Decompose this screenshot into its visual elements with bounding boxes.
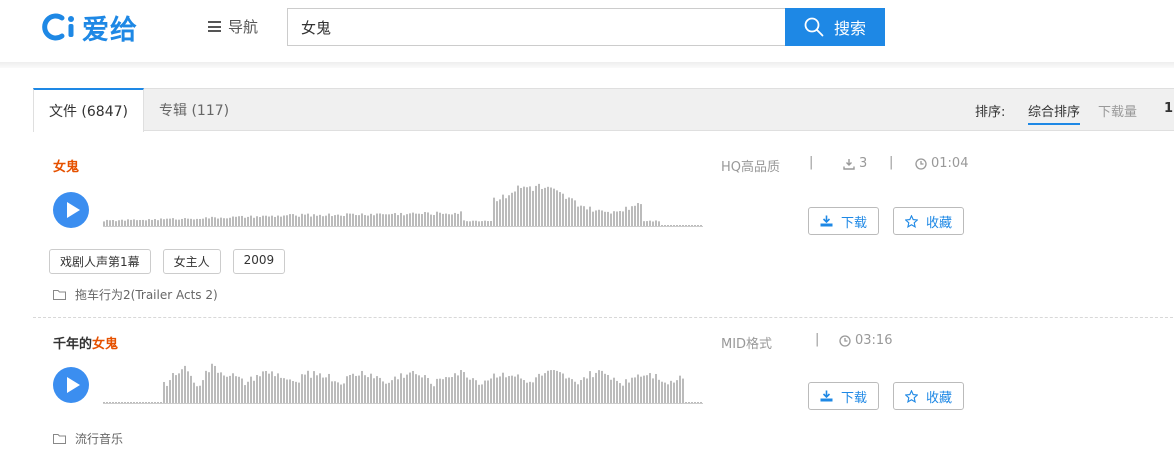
- favorite-button[interactable]: 收藏: [893, 382, 964, 410]
- title-prefix: 千年的: [53, 337, 93, 352]
- result-title[interactable]: 女鬼: [53, 156, 79, 175]
- clock-icon: [839, 334, 851, 347]
- tag[interactable]: 2009: [232, 249, 286, 274]
- duration: 01:04: [915, 156, 968, 171]
- page-number[interactable]: 1: [1164, 101, 1173, 116]
- separator: |: [889, 155, 894, 170]
- download-icon: [820, 215, 833, 227]
- download-label: 下载: [840, 390, 867, 406]
- nav-menu-button[interactable]: 导航: [208, 16, 258, 37]
- tag[interactable]: 戏剧人声第1幕: [49, 249, 151, 274]
- clock-icon: [915, 157, 927, 170]
- download-button[interactable]: 下载: [808, 382, 879, 410]
- format-label: MID格式: [721, 337, 773, 352]
- download-count-value: 3: [859, 156, 868, 171]
- waveform[interactable]: [103, 182, 703, 232]
- duration: 03:16: [839, 333, 892, 348]
- star-icon: [904, 389, 918, 403]
- favorite-label: 收藏: [925, 215, 952, 231]
- search-button[interactable]: 搜索: [785, 8, 885, 46]
- result-title[interactable]: 千年的女鬼: [53, 333, 118, 352]
- download-label: 下载: [840, 215, 867, 231]
- result-item: 千年的女鬼 流行音乐 MID格式 | 03:16 下载 收藏: [33, 319, 1174, 459]
- play-button[interactable]: [53, 367, 89, 403]
- title-highlight: 女鬼: [53, 160, 80, 175]
- folder-icon: [53, 290, 66, 300]
- download-icon: [820, 390, 833, 402]
- menu-icon: [208, 21, 221, 32]
- star-icon: [904, 214, 918, 228]
- tab-files[interactable]: 文件 (6847): [33, 88, 144, 132]
- download-button[interactable]: 下载: [808, 207, 879, 235]
- title-highlight: 女鬼: [92, 337, 119, 352]
- tag[interactable]: 女主人: [162, 249, 221, 274]
- top-header: 爱给 导航 女鬼 搜索: [0, 0, 1174, 62]
- favorite-button[interactable]: 收藏: [893, 207, 964, 235]
- search-icon: [804, 17, 824, 37]
- search-button-label: 搜索: [833, 19, 866, 38]
- logo-text: 爱给: [82, 14, 138, 46]
- folder-icon: [53, 434, 66, 444]
- results-tabbar: 文件 (6847) 专辑 (117) 排序: 综合排序 下载量 1: [33, 88, 1174, 132]
- play-button[interactable]: [53, 192, 89, 228]
- duration-value: 03:16: [855, 333, 893, 348]
- sort-option-downloads[interactable]: 下载量: [1098, 101, 1137, 120]
- album-link[interactable]: 拖车行为2(Trailer Acts 2): [53, 286, 218, 303]
- album-name: 拖车行为2(Trailer Acts 2): [75, 288, 218, 302]
- nav-label: 导航: [228, 18, 259, 36]
- header-divider: [0, 62, 1174, 68]
- format-label: HQ高品质: [721, 160, 781, 175]
- download-count-icon: [843, 158, 855, 170]
- logo-icon: [42, 13, 74, 41]
- search-input[interactable]: 女鬼: [287, 8, 786, 46]
- separator: |: [809, 155, 814, 170]
- sort-option-comprehensive[interactable]: 综合排序: [1028, 101, 1081, 125]
- separator: |: [815, 332, 820, 347]
- waveform[interactable]: [103, 359, 703, 409]
- sort-label: 排序:: [975, 105, 1006, 120]
- favorite-label: 收藏: [925, 390, 952, 406]
- tag-list: 戏剧人声第1幕 女主人 2009: [49, 249, 286, 274]
- site-logo[interactable]: 爱给: [42, 10, 138, 46]
- album-name: 流行音乐: [75, 432, 124, 446]
- album-link[interactable]: 流行音乐: [53, 430, 123, 447]
- download-count: 3: [843, 156, 867, 171]
- tab-albums[interactable]: 专辑 (117): [159, 88, 229, 131]
- result-item: 女鬼 戏剧人声第1幕 女主人 2009 拖车行为2(Trailer Acts 2…: [33, 132, 1174, 318]
- duration-value: 01:04: [931, 156, 969, 171]
